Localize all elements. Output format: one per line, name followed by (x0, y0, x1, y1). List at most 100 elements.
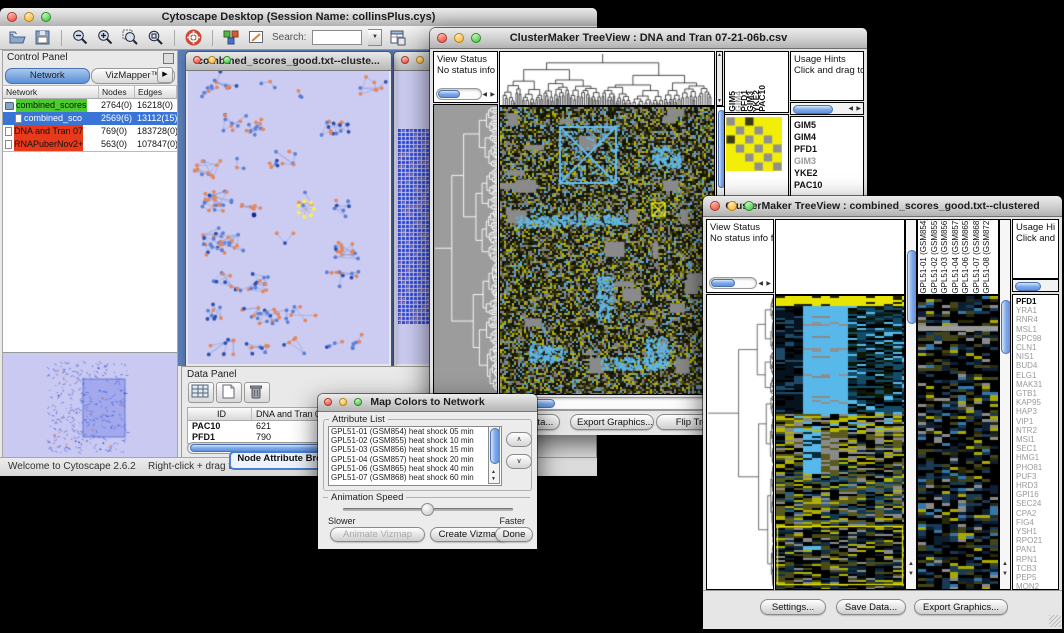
gene-label[interactable]: HMG1 (1016, 453, 1058, 462)
treeview2-sub-vscrollbar[interactable]: ▲ ▼ (999, 219, 1011, 590)
treeview2-button[interactable]: Settings... (760, 599, 826, 615)
gene-label[interactable]: PEP5 (1016, 573, 1058, 582)
attribute-list-item[interactable]: GPL51-02 (GSM855) heat shock 10 min (329, 436, 501, 445)
zoom-window-button[interactable] (223, 56, 231, 64)
gene-label[interactable]: ELG1 (1016, 371, 1058, 380)
gene-label[interactable]: YRA1 (1016, 306, 1058, 315)
more-tabs-button[interactable]: ▶ (157, 67, 173, 83)
treeview2-column-tree-area[interactable] (775, 219, 905, 295)
column-label[interactable]: PAC10 (758, 85, 764, 112)
gene-label[interactable]: PAN1 (1016, 545, 1058, 554)
treeview1-heatmap[interactable] (499, 106, 715, 395)
gene-label[interactable]: RPO21 (1016, 536, 1058, 545)
attribute-list-item[interactable]: GPL51-03 (GSM856) heat shock 15 min (329, 445, 501, 454)
col-network[interactable]: Network (3, 86, 99, 98)
col-edges[interactable]: Edges (135, 86, 177, 98)
network-row[interactable]: DNA and Tran 07 769(0) 183728(0) (3, 125, 177, 138)
delete-attribute-button[interactable] (244, 382, 270, 403)
new-attribute-button[interactable] (216, 382, 242, 403)
column-label[interactable]: GPL51-01 (GSM854) (920, 219, 931, 294)
treeview1-titlebar[interactable]: ClusterMaker TreeView : DNA and Tran 07-… (430, 28, 867, 49)
col-nodes[interactable]: Nodes (99, 86, 135, 98)
network-list-empty-area[interactable] (3, 151, 177, 353)
close-button[interactable] (193, 56, 201, 64)
zoom-window-button[interactable] (471, 33, 481, 43)
gene-label[interactable]: GIM3 (794, 155, 863, 167)
gene-label[interactable]: HRD3 (1016, 481, 1058, 490)
minimize-button[interactable] (339, 398, 347, 406)
close-button[interactable] (324, 398, 332, 406)
gene-label[interactable]: MSL1 (1016, 325, 1058, 334)
treeview1-coltree-scrollbar[interactable]: ▲ ▼ (716, 51, 723, 106)
treeview1-submatrix[interactable] (726, 117, 782, 171)
minimize-button[interactable] (454, 33, 464, 43)
attribute-list-item[interactable]: GPL51-06 (GSM865) heat shock 40 min (329, 464, 501, 473)
network-overview-thumbnail[interactable] (3, 353, 177, 457)
gene-label[interactable]: NIS1 (1016, 352, 1058, 361)
gene-label[interactable]: YKE2 (794, 167, 863, 179)
scroll-right-icon[interactable]: ▶ (490, 92, 495, 98)
attribute-list-item[interactable]: GPL51-01 (GSM854) heat shock 05 min (329, 427, 501, 436)
zoom-fit-icon[interactable] (146, 28, 165, 47)
network-row[interactable]: RNAPuberNov2+ 563(0) 107847(0) (3, 138, 177, 151)
annotation-icon[interactable] (247, 28, 266, 47)
search-dropdown-icon[interactable]: ▼ (368, 29, 382, 46)
main-titlebar[interactable]: Cytoscape Desktop (Session Name: collins… (0, 8, 597, 27)
network-row[interactable]: combined_scores 2764(0) 16218(0) (3, 99, 177, 112)
gene-label[interactable]: MAK31 (1016, 380, 1058, 389)
gene-label[interactable]: MON2 (1016, 582, 1058, 590)
gene-label[interactable]: PFD1 (794, 143, 863, 155)
resize-grip[interactable] (1049, 615, 1061, 627)
attribute-browser-icon[interactable] (388, 28, 407, 47)
view-status-scrollbar[interactable] (709, 277, 757, 289)
control-panel-tab[interactable]: Network (5, 68, 90, 84)
gene-label[interactable]: PFD1 (1016, 297, 1058, 306)
gene-label[interactable]: PAC10 (794, 179, 863, 191)
close-button[interactable] (710, 201, 720, 211)
id-column-header[interactable]: ID (188, 408, 252, 420)
gene-label[interactable]: GIM5 (794, 119, 863, 131)
minimize-button[interactable] (416, 56, 424, 64)
done-button[interactable]: Done (495, 527, 533, 542)
gene-label[interactable]: TCB3 (1016, 564, 1058, 573)
treeview2-gene-scrollbar[interactable] (1012, 279, 1059, 292)
column-label[interactable]: GPL51-06 (GSM865) (962, 219, 973, 294)
gene-label[interactable]: SEC24 (1016, 499, 1058, 508)
minimize-button[interactable] (24, 12, 34, 22)
treeview1-column-dendrogram[interactable] (499, 51, 715, 106)
treeview2-titlebar[interactable]: ClusterMaker TreeView : combined_scores_… (703, 196, 1062, 217)
gene-label[interactable]: VIP1 (1016, 417, 1058, 426)
minimize-button[interactable] (727, 201, 737, 211)
zoom-window-button[interactable] (354, 398, 362, 406)
minimize-button[interactable] (208, 56, 216, 64)
gene-label[interactable]: KAP95 (1016, 398, 1058, 407)
gene-label[interactable]: SPC98 (1016, 334, 1058, 343)
float-panel-icon[interactable] (163, 53, 174, 64)
zoom-out-icon[interactable] (71, 28, 90, 47)
zoom-window-button[interactable] (41, 12, 51, 22)
attribute-list-scrollbar[interactable]: ▲ ▼ (488, 426, 500, 484)
gene-label[interactable]: HAP3 (1016, 407, 1058, 416)
gene-label[interactable]: PHO81 (1016, 463, 1058, 472)
gene-label[interactable]: GTB1 (1016, 389, 1058, 398)
close-button[interactable] (7, 12, 17, 22)
treeview2-subheatmap[interactable] (917, 295, 999, 590)
dialog-titlebar[interactable]: Map Colors to Network (318, 394, 537, 412)
gene-label[interactable]: GIM4 (794, 131, 863, 143)
zoom-selected-icon[interactable] (121, 28, 140, 47)
gene-label[interactable]: RNR4 (1016, 315, 1058, 324)
gene-label[interactable]: GPI16 (1016, 490, 1058, 499)
search-input[interactable] (312, 30, 362, 45)
vizmap-icon[interactable] (222, 28, 241, 47)
close-button[interactable] (401, 56, 409, 64)
view-status-scrollbar[interactable] (436, 88, 482, 100)
open-file-icon[interactable] (8, 28, 27, 47)
scroll-left-icon[interactable]: ◀ (758, 281, 763, 287)
gene-label[interactable]: FIG4 (1016, 518, 1058, 527)
treeview1-row-dendrogram[interactable] (433, 104, 498, 394)
network-overview-panel[interactable] (3, 353, 177, 457)
network-graph-view[interactable] (188, 71, 389, 364)
animate-vizmap-button[interactable]: Animate Vizmap (330, 527, 425, 542)
move-up-button[interactable]: ∧ (506, 432, 532, 447)
gene-label[interactable]: PUF3 (1016, 472, 1058, 481)
